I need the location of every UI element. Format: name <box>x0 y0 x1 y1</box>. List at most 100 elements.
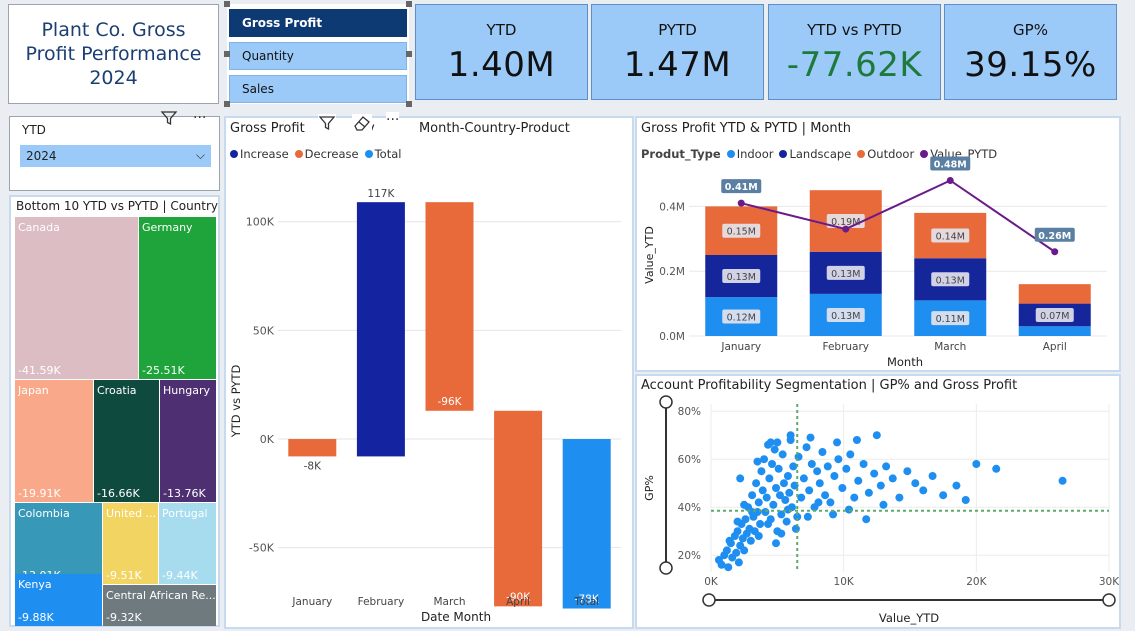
scatter-point <box>807 460 816 468</box>
slicer-gross-profit-button[interactable]: Gross Profit <box>229 9 407 37</box>
scatter-point <box>1058 476 1067 485</box>
scatter-point <box>846 450 855 459</box>
resize-handle[interactable] <box>224 51 230 57</box>
data-label: 0.13M <box>831 311 860 322</box>
eraser-icon[interactable] <box>352 114 372 136</box>
scatter-point <box>882 462 891 471</box>
scatter-point <box>769 500 778 509</box>
scatter-point <box>740 546 749 555</box>
resize-handle[interactable] <box>224 1 230 7</box>
treemap-tile[interactable]: Canada -41.59K <box>15 217 138 379</box>
scatter-point <box>734 558 743 567</box>
treemap-tile[interactable]: Central African Re... -9.32K <box>103 585 216 626</box>
scatter-point <box>765 474 774 483</box>
treemap-tile[interactable]: Japan -19.91K <box>15 380 93 502</box>
scatter-point <box>756 520 765 528</box>
scatter-point <box>815 479 824 488</box>
y-tick-label: 20% <box>678 550 701 562</box>
year-slicer: YTD 2024 ⌵ <box>9 116 220 191</box>
year-dropdown-value: 2024 <box>26 149 57 163</box>
treemap-tile[interactable]: Germany -25.51K <box>139 217 216 379</box>
treemap-tile[interactable]: Hungary -13.76K <box>160 380 216 502</box>
pytd-point <box>946 176 954 184</box>
scatter-point <box>864 488 873 497</box>
treemap-tile-value: -9.44K <box>162 569 198 582</box>
data-label: 0.11M <box>936 314 965 325</box>
scatter-point <box>911 479 920 488</box>
kpi-value: 39.15% <box>964 45 1097 85</box>
scatter-point <box>838 484 847 492</box>
scatter-point <box>821 491 830 500</box>
slicer-sales-label: Sales <box>242 82 274 96</box>
kpi-label: YTD <box>486 21 517 39</box>
treemap-tile-label: Canada <box>18 221 60 234</box>
scatter-chart: 80% 60% 40% 20% 0K 10K 20K 30K GP% Value_YTD <box>643 395 1119 625</box>
scatter-point <box>844 505 853 514</box>
x-tick-label: April <box>506 596 530 608</box>
scatter-point <box>852 436 861 444</box>
x-tick-label: March <box>934 341 966 353</box>
slicer-quantity-button[interactable]: Quantity <box>229 42 407 70</box>
pytd-point <box>737 199 745 207</box>
resize-handle[interactable] <box>224 101 230 107</box>
line-label: 0.48M <box>934 159 967 170</box>
treemap-title: Bottom 10 YTD vs PYTD | Country <box>16 199 219 213</box>
scatter-point <box>732 548 741 557</box>
waterfall-panel: Gross Profit v Month-Country-Product Inc… <box>224 112 634 629</box>
scatter-point <box>733 517 742 526</box>
x-zoom-slider-handle[interactable] <box>702 593 716 607</box>
treemap-tile-value: -13.76K <box>163 487 206 500</box>
treemap-tile[interactable]: United ... -9.51K <box>103 503 158 584</box>
more-options-icon[interactable]: ··· <box>386 112 400 128</box>
y-axis-label: GP% <box>643 475 656 501</box>
scatter-point <box>757 467 766 476</box>
scatter-point <box>805 486 814 495</box>
treemap-tile[interactable]: Croatia -16.66K <box>94 380 159 502</box>
treemap-tile[interactable]: Kenya -9.88K <box>15 574 102 626</box>
kpi-card-gp-percent: GP% 39.15% <box>944 4 1117 100</box>
x-tick-label: March <box>433 596 465 608</box>
y-tick-label: 0.2M <box>659 266 685 278</box>
scatter-point <box>782 517 791 526</box>
stacked-panel: Gross Profit YTD & PYTD | Month Produt_T… <box>635 116 1121 372</box>
treemap-tile-value: -41.59K <box>18 364 61 377</box>
scatter-point <box>758 486 767 495</box>
treemap-tile-value: -9.88K <box>18 611 54 624</box>
waterfall-bar <box>494 410 543 607</box>
x-tick-label: January <box>291 596 332 608</box>
scatter-point <box>754 532 763 540</box>
scatter-point <box>778 450 787 459</box>
slicer-sales-button[interactable]: Sales <box>229 75 407 103</box>
resize-handle[interactable] <box>406 51 412 57</box>
scatter-point <box>783 505 792 514</box>
scatter-point <box>879 500 888 509</box>
resize-handle[interactable] <box>406 1 412 7</box>
x-tick-label: 10K <box>834 576 855 588</box>
year-dropdown[interactable]: 2024 ⌵ <box>20 145 211 167</box>
scatter-point <box>797 493 806 502</box>
more-options-icon[interactable]: ··· <box>193 110 206 126</box>
treemap-tile-label: Hungary <box>163 384 210 397</box>
scatter-point <box>814 498 823 507</box>
filter-icon[interactable] <box>318 114 336 136</box>
scatter-point <box>794 452 803 461</box>
y-tick-label: 50K <box>253 324 275 337</box>
waterfall-bar <box>356 202 405 457</box>
treemap-tile[interactable]: Colombia-13.01K <box>15 503 102 584</box>
treemap-tile-label: Croatia <box>97 384 137 397</box>
filter-icon[interactable] <box>160 109 178 131</box>
data-label: 0.07M <box>1040 311 1069 322</box>
x-zoom-slider-handle[interactable] <box>1102 593 1116 607</box>
scatter-point <box>870 469 879 478</box>
stacked-bar-segment <box>1018 326 1091 336</box>
resize-handle[interactable] <box>406 101 412 107</box>
y-zoom-slider-handle[interactable] <box>659 561 673 575</box>
y-zoom-slider-handle[interactable] <box>659 395 673 409</box>
waterfall-bar <box>288 439 337 457</box>
scatter-point <box>830 472 839 480</box>
scatter-point <box>772 484 781 492</box>
waterfall-bar <box>562 439 611 609</box>
treemap-tile[interactable]: Portugal -9.44K <box>159 503 216 584</box>
scatter-point <box>850 493 859 502</box>
scatter-point <box>748 508 757 516</box>
